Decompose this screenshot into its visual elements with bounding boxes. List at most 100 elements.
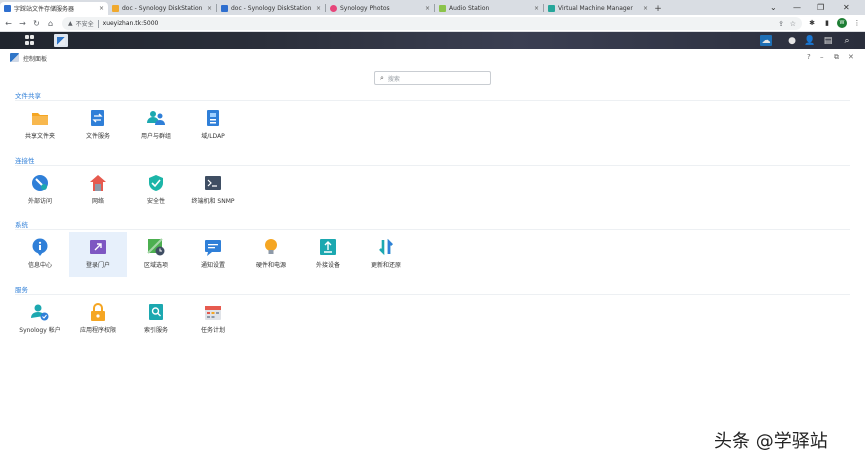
watermark-text: 头条 @学驿站 bbox=[714, 431, 828, 452]
search-icon[interactable]: ⌕ bbox=[841, 35, 853, 46]
item-label: 信息中心 bbox=[27, 262, 52, 269]
item-label: 区域选项 bbox=[143, 262, 168, 269]
widgets-icon[interactable]: ▤ bbox=[822, 35, 834, 46]
restore-window-icon[interactable]: ❐ bbox=[817, 0, 824, 15]
item-label: 外接设备 bbox=[315, 262, 340, 269]
close-icon[interactable]: × bbox=[316, 5, 321, 12]
section-title-services: 服务 bbox=[15, 286, 28, 294]
reading-list-icon[interactable]: ▮ bbox=[822, 18, 832, 28]
item-login-portal[interactable]: 登录门户 bbox=[69, 232, 127, 277]
item-label: 任务计划 bbox=[200, 327, 225, 334]
item-security[interactable]: 安全性 bbox=[127, 168, 185, 213]
section-divider bbox=[15, 229, 850, 230]
window-title: 控制面板 bbox=[23, 56, 48, 63]
file-services-icon bbox=[91, 110, 104, 126]
browser-tab-1[interactable]: doc - Synology DiskStation × bbox=[108, 2, 216, 15]
item-app-privileges[interactable]: 应用程序权限 bbox=[69, 297, 127, 342]
tab-search-icon[interactable]: ⌄ bbox=[770, 0, 777, 15]
item-info-center[interactable]: 信息中心 bbox=[11, 232, 69, 277]
tab-label: 字踩站文件存储服务器 bbox=[14, 6, 75, 13]
dsm-taskbar: ☁ ● 👤 ▤ ⌕ bbox=[0, 32, 865, 49]
item-external-devices[interactable]: 外接设备 bbox=[299, 232, 357, 277]
tab-label: Audio Station bbox=[449, 5, 490, 12]
item-domain-ldap[interactable]: 域/LDAP bbox=[184, 103, 242, 148]
close-icon[interactable]: × bbox=[425, 5, 430, 12]
close-window-icon[interactable]: ✕ bbox=[843, 0, 850, 15]
bookmark-star-icon[interactable]: ☆ bbox=[790, 20, 796, 28]
search-icon: ⌕ bbox=[380, 73, 384, 82]
item-users-groups[interactable]: 用户与群组 bbox=[127, 103, 185, 148]
control-panel-task-button[interactable] bbox=[54, 34, 68, 47]
user-icon[interactable]: 👤 bbox=[804, 35, 816, 46]
item-label: 硬件和电源 bbox=[255, 262, 286, 269]
notification-icon bbox=[205, 240, 221, 256]
main-menu-grid-icon[interactable] bbox=[25, 35, 36, 46]
url-text: xueyizhan.tk:5000 bbox=[102, 20, 159, 27]
browser-tab-0[interactable]: 字踩站文件存储服务器 × bbox=[0, 2, 108, 15]
minimize-window-icon[interactable]: — bbox=[793, 0, 801, 15]
close-icon[interactable]: × bbox=[643, 5, 648, 12]
new-tab-button[interactable]: + bbox=[652, 2, 664, 15]
item-label: 外部访问 bbox=[27, 198, 52, 205]
close-icon[interactable]: × bbox=[99, 5, 104, 12]
search-input[interactable]: ⌕ 搜索 bbox=[374, 71, 491, 85]
browser-tab-3[interactable]: Synology Photos × bbox=[326, 2, 434, 15]
update-restore-icon bbox=[379, 238, 393, 256]
photos-favicon-icon bbox=[330, 5, 337, 12]
browser-tab-2[interactable]: doc - Synology DiskStation × bbox=[217, 2, 325, 15]
users-groups-icon bbox=[147, 111, 165, 125]
item-label: 共享文件夹 bbox=[24, 133, 55, 140]
shared-folder-icon bbox=[32, 113, 48, 125]
item-task-scheduler[interactable]: 任务计划 bbox=[184, 297, 242, 342]
reload-icon[interactable]: ↻ bbox=[31, 18, 42, 29]
back-arrow-icon[interactable]: ← bbox=[3, 18, 14, 29]
item-label: 域/LDAP bbox=[201, 133, 225, 140]
chat-bubble-icon[interactable]: ● bbox=[786, 35, 798, 46]
item-regional-options[interactable]: 区域选项 bbox=[127, 232, 185, 277]
browser-tab-4[interactable]: Audio Station × bbox=[435, 2, 543, 15]
help-button[interactable]: ? bbox=[807, 53, 811, 61]
tab-label: Virtual Machine Manager bbox=[558, 5, 633, 12]
cloud-sync-icon[interactable]: ☁ bbox=[760, 35, 772, 46]
browser-tab-5[interactable]: Virtual Machine Manager × bbox=[544, 2, 652, 15]
item-network[interactable]: 网络 bbox=[69, 168, 127, 213]
section-title-file-sharing: 文件共享 bbox=[15, 92, 41, 100]
item-label: 索引服务 bbox=[143, 327, 168, 334]
more-menu-icon[interactable]: ⋮ bbox=[852, 18, 862, 28]
regional-options-icon bbox=[147, 238, 165, 256]
item-indexing-service[interactable]: 索引服务 bbox=[127, 297, 185, 342]
close-icon[interactable]: ✕ bbox=[848, 53, 854, 61]
item-external-access[interactable]: 外部访问 bbox=[11, 168, 69, 213]
close-icon[interactable]: × bbox=[534, 5, 539, 12]
item-shared-folder[interactable]: 共享文件夹 bbox=[11, 103, 69, 148]
external-devices-icon bbox=[320, 239, 336, 255]
forward-arrow-icon[interactable]: → bbox=[17, 18, 28, 29]
profile-avatar[interactable]: W bbox=[837, 18, 847, 28]
domain-ldap-icon bbox=[207, 110, 219, 126]
item-label: Synology 帐户 bbox=[19, 327, 61, 334]
section-divider bbox=[15, 294, 850, 295]
item-hardware-power[interactable]: 硬件和电源 bbox=[242, 232, 300, 277]
security-shield-icon bbox=[149, 175, 163, 191]
address-bar[interactable]: ▲ 不安全 xueyizhan.tk:5000 ⇪ ☆ bbox=[62, 17, 802, 30]
item-notification[interactable]: 通知设置 bbox=[184, 232, 242, 277]
tab-label: doc - Synology DiskStation bbox=[122, 5, 203, 12]
tab-label: Synology Photos bbox=[340, 5, 390, 12]
network-icon bbox=[90, 175, 106, 191]
extensions-puzzle-icon[interactable]: ✱ bbox=[807, 18, 817, 28]
share-icon[interactable]: ⇪ bbox=[778, 20, 784, 28]
task-scheduler-icon bbox=[205, 306, 221, 320]
close-icon[interactable]: × bbox=[207, 5, 212, 12]
minimize-icon[interactable]: – bbox=[820, 53, 824, 61]
item-synology-account[interactable]: Synology 帐户 bbox=[11, 297, 69, 342]
synology-account-icon bbox=[31, 304, 49, 321]
insecure-label: 不安全 bbox=[75, 21, 94, 28]
home-icon[interactable]: ⌂ bbox=[45, 18, 56, 29]
warning-triangle-icon: ▲ bbox=[68, 20, 73, 27]
maximize-icon[interactable]: ⧉ bbox=[834, 53, 839, 62]
search-placeholder: 搜索 bbox=[387, 75, 400, 83]
item-label: 终端机和 SNMP bbox=[191, 198, 235, 205]
item-update-restore[interactable]: 更新和还原 bbox=[357, 232, 415, 277]
item-terminal-snmp[interactable]: 终端机和 SNMP bbox=[184, 168, 242, 213]
item-file-services[interactable]: 文件服务 bbox=[69, 103, 127, 148]
